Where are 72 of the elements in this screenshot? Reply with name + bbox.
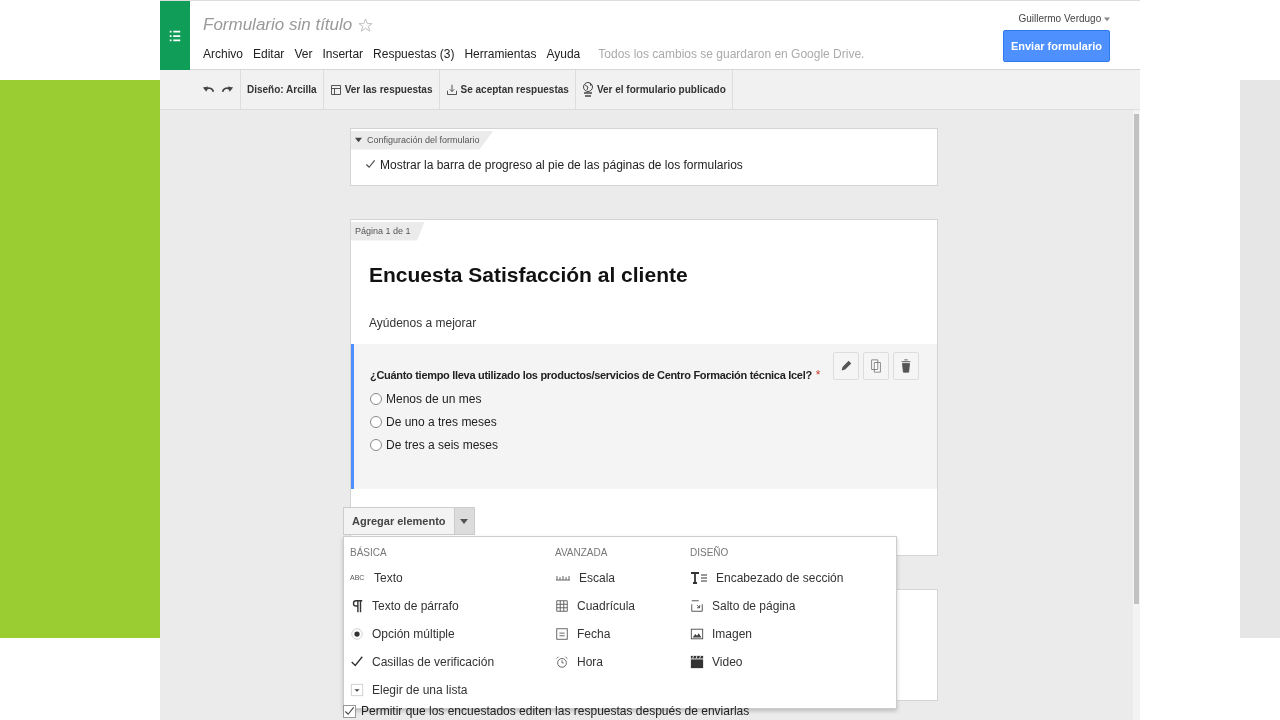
add-item-button[interactable]: Agregar elemento bbox=[343, 507, 455, 535]
copy-icon bbox=[869, 358, 883, 373]
toolbar-button[interactable]: Ver las respuestas bbox=[323, 69, 440, 110]
menu-item[interactable]: Insertar bbox=[322, 47, 364, 61]
edit-button[interactable] bbox=[833, 351, 859, 380]
radio-icon bbox=[350, 626, 364, 641]
menu-option[interactable]: Casillas de verificación bbox=[350, 652, 555, 671]
checkbox-label: Permitir que los encuestados editen las respuestas después de enviarlas bbox=[361, 704, 750, 718]
menu-option[interactable]: Cuadrícula bbox=[555, 596, 690, 615]
caret-icon bbox=[460, 517, 469, 525]
grid-icon bbox=[555, 598, 569, 613]
trash-icon bbox=[899, 358, 913, 373]
radio-button[interactable] bbox=[370, 415, 382, 428]
alarm-clock-icon bbox=[555, 654, 569, 669]
page-label: Página 1 de 1 bbox=[351, 221, 425, 241]
menu-option[interactable]: Texto de párrafo bbox=[350, 596, 555, 615]
menu-heading: DISEÑO bbox=[690, 547, 730, 558]
add-item-dropdown[interactable] bbox=[454, 507, 475, 535]
menu-option[interactable]: Hora bbox=[555, 652, 690, 671]
table-icon bbox=[329, 83, 342, 96]
download-icon bbox=[445, 83, 458, 96]
list-icon bbox=[168, 28, 182, 43]
save-status: Todos los cambios se guardaron en Google Drive. bbox=[598, 47, 865, 61]
menu-heading: BÁSICA bbox=[350, 547, 388, 558]
user-name[interactable]: Guillermo Verdugo bbox=[1018, 13, 1110, 24]
menu-item[interactable]: Archivo bbox=[203, 47, 243, 61]
radio-button[interactable] bbox=[370, 438, 382, 451]
toolbar-button[interactable]: Ver el formulario publicado bbox=[575, 69, 733, 110]
survey-description: Ayúdenos a mejorar bbox=[369, 315, 478, 330]
heading-icon bbox=[690, 570, 708, 585]
pilcrow-icon bbox=[350, 598, 364, 613]
menu-option[interactable]: Imagen bbox=[690, 624, 890, 643]
checkmark-icon bbox=[350, 654, 364, 669]
star-icon bbox=[358, 17, 374, 33]
duplicate-button[interactable] bbox=[863, 351, 889, 380]
checkmark-icon bbox=[344, 705, 355, 717]
toolbar-button[interactable]: Se aceptan respuestas bbox=[439, 69, 576, 110]
menu-option[interactable]: Encabezado de sección bbox=[690, 568, 890, 587]
menu-option[interactable]: Opción múltiple bbox=[350, 624, 555, 643]
menu-item[interactable]: Editar bbox=[253, 47, 285, 61]
option-label: Menos de un mes bbox=[386, 391, 482, 406]
survey-title: Encuesta Satisfacción al cliente bbox=[369, 262, 689, 287]
clapperboard-icon bbox=[690, 654, 704, 669]
menu-item[interactable]: Herramientas bbox=[464, 47, 537, 61]
image-icon bbox=[690, 626, 704, 641]
menu-item[interactable]: Ver bbox=[294, 47, 313, 61]
required-mark: * bbox=[815, 367, 821, 382]
dropdown-icon bbox=[350, 682, 364, 697]
menu-option[interactable]: Escala bbox=[555, 568, 690, 587]
caret-icon bbox=[1104, 16, 1110, 22]
scale-icon bbox=[555, 573, 571, 582]
settings-header[interactable]: Configuración del formulario bbox=[351, 130, 494, 150]
menu-option[interactable]: Fecha bbox=[555, 624, 690, 643]
question-text: ¿Cuánto tiempo lleva utilizado los productos/servicios de Centro Formación técnica Icel? bbox=[370, 368, 812, 381]
delete-button[interactable] bbox=[893, 351, 919, 380]
pencil-icon bbox=[839, 358, 853, 373]
option-label: De uno a tres meses bbox=[386, 414, 497, 429]
menu-heading: AVANZADA bbox=[555, 547, 609, 558]
page-break-icon bbox=[690, 598, 704, 613]
calendar-icon bbox=[555, 626, 569, 641]
checkbox-label: Mostrar la barra de progreso al pie de las páginas de los formularios bbox=[380, 157, 743, 172]
radio-button[interactable] bbox=[370, 392, 382, 405]
menu-item[interactable]: Ayuda bbox=[546, 47, 581, 61]
globe-icon bbox=[581, 81, 594, 98]
toolbar-button[interactable]: Diseño: Arcilla bbox=[241, 69, 324, 110]
option-label: De tres a seis meses bbox=[386, 437, 499, 452]
menu-item[interactable]: Respuestas (3) bbox=[373, 47, 455, 61]
menu-option[interactable]: Video bbox=[690, 652, 890, 671]
caret-icon bbox=[355, 136, 362, 143]
menu-option[interactable]: Elegir de una lista bbox=[350, 680, 555, 699]
checkmark-icon bbox=[365, 159, 376, 170]
menu-option[interactable]: Salto de página bbox=[690, 596, 890, 615]
